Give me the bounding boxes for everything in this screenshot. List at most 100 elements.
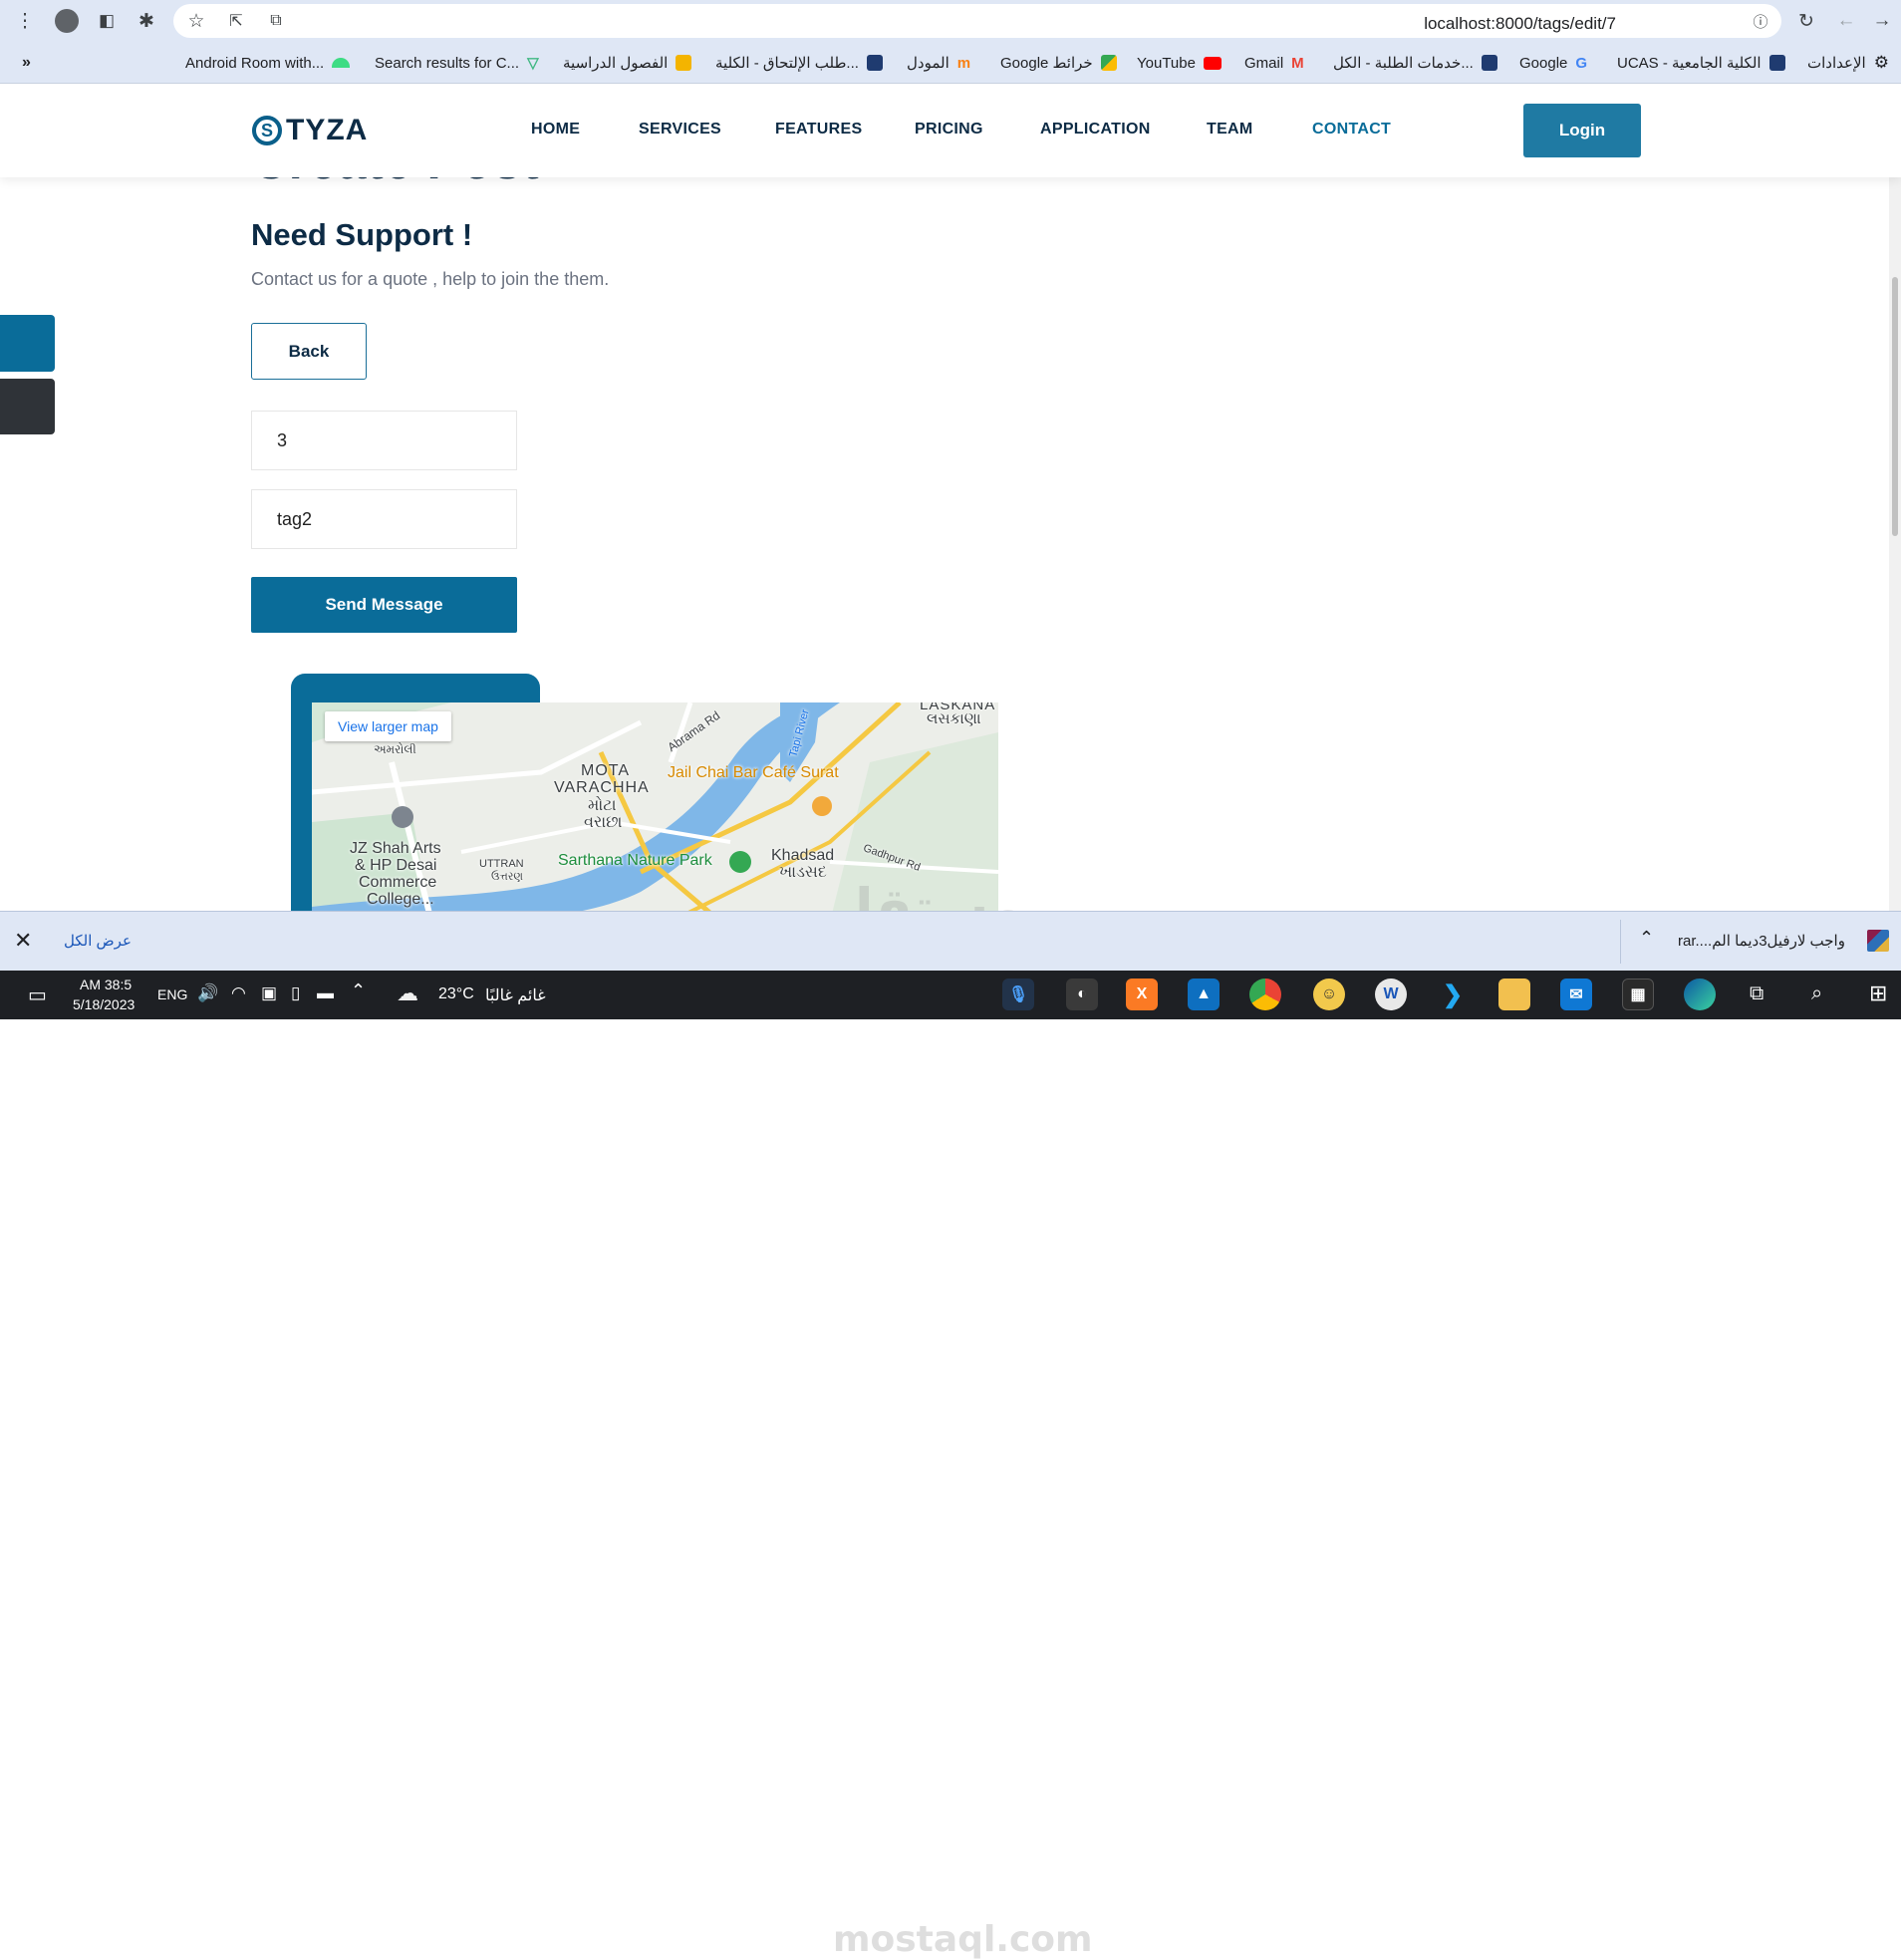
bookmarks-overflow-button[interactable]: » xyxy=(22,52,31,74)
android-icon xyxy=(332,58,351,68)
chevron-up-icon[interactable]: ⌃ xyxy=(351,980,366,1001)
map-label: VARACHHA xyxy=(554,779,650,796)
weather-temp[interactable]: 23°C xyxy=(438,985,474,1003)
bookmark-google-maps[interactable]: Google خرائط xyxy=(1000,52,1117,74)
login-button[interactable]: Login xyxy=(1523,104,1641,157)
chevron-up-icon[interactable]: ⌃ xyxy=(1639,928,1654,949)
app-icon-2[interactable]: ◐ xyxy=(1066,979,1098,1010)
google-icon: G xyxy=(1575,54,1588,72)
map-label: JZ Shah Arts xyxy=(350,840,441,857)
bookmark-youtube[interactable]: YouTube xyxy=(1137,52,1222,74)
map-label: Commerce xyxy=(359,874,437,891)
bookmark-google[interactable]: Google G xyxy=(1519,52,1587,74)
notification-icon[interactable]: ▭ xyxy=(28,982,47,1007)
weather-text[interactable]: غائم غالبًا xyxy=(485,985,546,1005)
back-icon[interactable]: ← xyxy=(1833,8,1859,34)
phone-link-icon[interactable]: ▯ xyxy=(291,983,300,1003)
url-text[interactable]: localhost:8000/tags/edit/7 xyxy=(1424,14,1616,34)
map-label: MOTA xyxy=(581,762,631,779)
language-indicator[interactable]: ENG xyxy=(157,986,187,1002)
download-shelf: ✕ عرض الكل ⌃ rar....واجب لارفيل3ديما الم xyxy=(0,911,1901,971)
support-title: Need Support ! xyxy=(251,217,473,252)
map-label: UTTRAN xyxy=(479,858,524,870)
nav-application[interactable]: APPLICATION xyxy=(1040,121,1151,139)
site-logo[interactable]: S TYZA xyxy=(252,114,368,147)
bookmark-android-room[interactable]: Android Room with... xyxy=(185,52,351,74)
emoji-app-icon[interactable]: ☺ xyxy=(1313,979,1345,1010)
logo-mark-icon: S xyxy=(252,116,282,145)
bookmark-ucas[interactable]: UCAS - الكلية الجامعية xyxy=(1617,52,1785,74)
map-label: ખાડસદ xyxy=(779,864,827,881)
reload-icon[interactable]: ↻ xyxy=(1793,8,1819,34)
app-icon-1[interactable]: 🎙 xyxy=(1002,979,1034,1010)
profile-avatar[interactable] xyxy=(54,8,80,34)
show-all-downloads-link[interactable]: عرض الكل xyxy=(64,932,132,950)
bookmark-admission[interactable]: طلب الإلتحاق - الكلية... xyxy=(715,52,883,74)
info-icon[interactable]: ⓘ xyxy=(1748,8,1773,34)
task-view-icon[interactable]: ⧉ xyxy=(1750,982,1764,1005)
page-scrollbar[interactable] xyxy=(1889,177,1901,911)
ucas-icon xyxy=(1481,55,1497,71)
map-label: Khadsad xyxy=(771,847,835,864)
mail-icon[interactable]: ✉ xyxy=(1560,979,1592,1010)
menu-icon[interactable]: ⋮ xyxy=(12,8,38,34)
bookmark-star-icon[interactable]: ☆ xyxy=(183,8,209,34)
start-icon[interactable]: ⊞ xyxy=(1869,980,1887,1006)
map-label: મોટા xyxy=(588,797,617,814)
cast-icon[interactable]: ⧉ xyxy=(263,8,289,34)
side-float-tab-dark[interactable] xyxy=(0,379,55,434)
extensions-icon[interactable]: ✱ xyxy=(134,8,159,34)
side-float-tab-primary[interactable] xyxy=(0,315,55,372)
bookmark-moodle[interactable]: المودل m xyxy=(907,52,970,74)
vscode-icon[interactable]: ❯ xyxy=(1437,979,1469,1010)
tag-id-field[interactable]: 3 xyxy=(251,411,517,470)
taskbar-time[interactable]: AM 38:5 xyxy=(80,977,132,992)
embedded-map[interactable]: View larger map LASKANA લસકાણા અમરોલી MO… xyxy=(312,702,998,911)
map-label: અમરોલી xyxy=(374,742,416,756)
word-icon[interactable]: W xyxy=(1375,979,1407,1010)
volume-icon[interactable]: 🔊 xyxy=(197,983,218,1003)
browser-toolbar: → ← ↻ ⓘ localhost:8000/tags/edit/7 ⧉ ⇱ ☆… xyxy=(0,0,1901,42)
file-explorer-icon[interactable] xyxy=(1498,979,1530,1010)
scrollbar-thumb[interactable] xyxy=(1892,277,1898,536)
nav-home[interactable]: HOME xyxy=(531,121,580,139)
search-icon[interactable]: ⌕ xyxy=(1811,982,1822,1005)
store-icon[interactable]: ▦ xyxy=(1622,979,1654,1010)
close-icon[interactable]: ✕ xyxy=(14,928,32,954)
nav-features[interactable]: FEATURES xyxy=(775,121,862,139)
nav-team[interactable]: TEAM xyxy=(1207,121,1253,139)
battery-icon[interactable]: ▬ xyxy=(317,983,334,1003)
back-button[interactable]: Back xyxy=(251,323,367,380)
view-larger-map-link[interactable]: View larger map xyxy=(325,711,451,741)
meet-now-icon[interactable]: ▣ xyxy=(261,983,277,1003)
windows-taskbar: ▭ AM 38:5 5/18/2023 ENG 🔊 ◠ ▣ ▯ ▬ ⌃ ☁ 23… xyxy=(0,971,1901,1960)
wifi-icon[interactable]: ◠ xyxy=(231,983,246,1003)
nav-services[interactable]: SERVICES xyxy=(639,121,721,139)
send-message-button[interactable]: Send Message xyxy=(251,577,517,633)
chrome-icon[interactable] xyxy=(1249,979,1281,1010)
bookmarks-bar: الإعدادات ⚙ UCAS - الكلية الجامعية Googl… xyxy=(0,42,1901,84)
sidebar-icon[interactable]: ◧ xyxy=(94,8,120,34)
ucas-icon xyxy=(866,55,883,71)
watermark-text: mostaql.com xyxy=(833,1919,1093,1960)
xampp-icon[interactable]: X xyxy=(1126,979,1158,1010)
bookmark-search-results[interactable]: Search results for C... ▽ xyxy=(375,52,539,74)
youtube-icon xyxy=(1203,56,1222,70)
tag-name-field[interactable]: tag2 xyxy=(251,489,517,549)
bookmark-student-services[interactable]: خدمات الطلبة - الكل... xyxy=(1333,52,1497,74)
vue-icon: ▽ xyxy=(527,55,539,72)
share-icon[interactable]: ⇱ xyxy=(223,8,249,34)
nav-contact[interactable]: CONTACT xyxy=(1312,121,1391,139)
bookmark-gmail[interactable]: Gmail M xyxy=(1244,52,1304,74)
bookmark-settings[interactable]: الإعدادات ⚙ xyxy=(1807,52,1889,74)
bookmark-classroom[interactable]: الفصول الدراسية xyxy=(563,52,692,74)
nav-pricing[interactable]: PRICING xyxy=(915,121,983,139)
taskbar-date[interactable]: 5/18/2023 xyxy=(73,996,135,1012)
logo-text: TYZA xyxy=(286,114,369,146)
download-item-name[interactable]: rar....واجب لارفيل3ديما الم xyxy=(1678,932,1845,950)
map-label: Sarthana Nature Park xyxy=(558,852,712,869)
forward-icon[interactable]: → xyxy=(1869,8,1895,34)
edge-icon[interactable] xyxy=(1684,979,1716,1010)
address-bar[interactable]: ⓘ localhost:8000/tags/edit/7 ⧉ ⇱ ☆ xyxy=(173,4,1781,38)
photos-icon[interactable]: ▲ xyxy=(1188,979,1220,1010)
